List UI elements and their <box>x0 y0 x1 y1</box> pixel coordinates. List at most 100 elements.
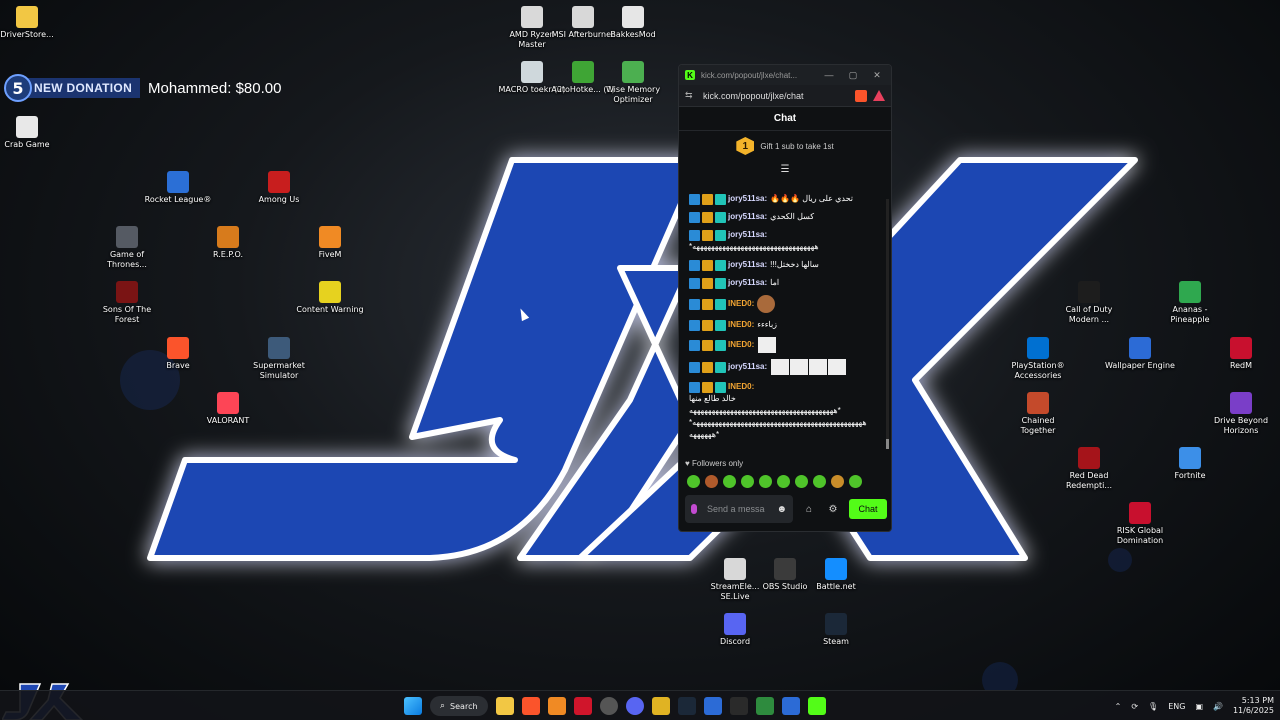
wallpaper-engine-taskbar-icon[interactable] <box>781 697 800 715</box>
emote-icon[interactable] <box>849 475 862 488</box>
chat-username[interactable]: INED0: <box>728 339 754 351</box>
mic-icon[interactable] <box>691 504 697 514</box>
tray-app-icon[interactable]: ⟳ <box>1131 702 1138 711</box>
emote-icon[interactable] <box>723 475 736 488</box>
language-indicator[interactable]: ENG <box>1168 702 1185 711</box>
volume-icon[interactable]: 🔊 <box>1213 702 1223 711</box>
chat-message[interactable]: INED0: خالد طالع منها *هههههههههههههههههه… <box>689 381 883 441</box>
desktop-icon[interactable]: Rocket League® <box>143 171 213 205</box>
chat-message[interactable]: INED0: زباءءء <box>689 319 883 331</box>
chat-message[interactable]: jory511sa: *ههههههههههههههههههههههههههههه… <box>689 229 883 253</box>
desktop-icon[interactable]: PlayStation® Accessories <box>1003 337 1073 381</box>
emote-icon[interactable] <box>831 475 844 488</box>
epic-games-icon[interactable] <box>729 697 748 715</box>
desktop-icon[interactable]: Brave <box>143 337 213 371</box>
mic-tray-icon[interactable]: 🎙 <box>1148 702 1158 711</box>
desktop-icon[interactable]: FiveM <box>295 226 365 260</box>
kick-taskbar-icon[interactable] <box>807 697 826 715</box>
chat-username[interactable]: INED0: <box>728 319 754 331</box>
scrollbar-thumb[interactable] <box>886 439 889 449</box>
chat-message[interactable]: INED0: <box>689 337 883 353</box>
desktop-icon[interactable]: Steam <box>801 613 871 647</box>
desktop-icon[interactable]: Crab Game <box>0 116 62 150</box>
maximize-icon[interactable]: ▢ <box>845 70 861 81</box>
window-titlebar[interactable]: K kick.com/popout/jlxe/chat... — ▢ ✕ <box>679 65 891 85</box>
minimize-icon[interactable]: — <box>821 70 837 80</box>
desktop-icon[interactable]: RISK Global Domination <box>1105 502 1175 546</box>
desktop-icon[interactable]: Wallpaper Engine <box>1105 337 1175 371</box>
taskbar-search[interactable]: ⌕ Search <box>430 696 488 716</box>
chevron-up-icon[interactable]: ⌃ <box>1115 702 1122 711</box>
pinned-menu-icon[interactable]: ☰ <box>679 161 891 177</box>
desktop-icon[interactable]: BakkesMod <box>598 6 668 40</box>
desktop-icon[interactable]: Wise Memory Optimizer <box>598 61 668 105</box>
desktop-icon[interactable]: Content Warning <box>295 281 365 315</box>
desktop-icon[interactable]: Game of Thrones... <box>92 226 162 270</box>
emote-icon[interactable] <box>705 475 718 488</box>
network-icon[interactable]: ▣ <box>1195 702 1203 711</box>
app-red-icon[interactable] <box>573 697 592 715</box>
message-input-box[interactable]: ☻ <box>685 495 793 523</box>
close-icon[interactable]: ✕ <box>869 70 885 81</box>
settings-gear-icon[interactable]: ⚙ <box>825 504 841 515</box>
emote-icon[interactable] <box>813 475 826 488</box>
discord-taskbar-icon[interactable] <box>625 697 644 715</box>
chat-message[interactable]: jory511sa: <box>689 359 883 375</box>
chat-scrollbar[interactable] <box>886 199 889 449</box>
chat-username[interactable]: INED0: <box>728 381 754 393</box>
chat-username[interactable]: jory511sa: <box>728 211 767 223</box>
message-input[interactable] <box>707 504 765 514</box>
emote-icon[interactable] <box>741 475 754 488</box>
chat-message[interactable]: jory511sa: كسل الكحدي <box>689 211 883 223</box>
kick-chat-window[interactable]: K kick.com/popout/jlxe/chat... — ▢ ✕ ⇆ k… <box>678 64 892 532</box>
emote-icon[interactable] <box>759 475 772 488</box>
clock[interactable]: 5:13 PM 11/6/2025 <box>1233 696 1274 716</box>
brave-taskbar-icon[interactable] <box>521 697 540 715</box>
emote-icon[interactable] <box>795 475 808 488</box>
desktop-icon[interactable]: Drive Beyond Horizons <box>1206 392 1276 436</box>
desktop-icon[interactable]: DriverStore... <box>0 6 62 40</box>
chat-username[interactable]: INED0: <box>728 298 754 310</box>
store-icon[interactable]: ⌂ <box>801 504 817 515</box>
gift-sub-banner[interactable]: 1 Gift 1 sub to take 1st <box>679 131 891 161</box>
chat-username[interactable]: jory511sa: <box>728 259 767 271</box>
chat-message[interactable]: jory511sa: اما <box>689 277 883 289</box>
chat-message[interactable]: jory511sa: !!!سالها دخختل <box>689 259 883 271</box>
app-gray-icon[interactable] <box>599 697 618 715</box>
chat-message[interactable]: INED0: <box>689 295 883 313</box>
site-settings-icon[interactable]: ⇆ <box>685 90 699 101</box>
desktop-icon[interactable]: RedM <box>1206 337 1276 371</box>
file-explorer-icon[interactable] <box>495 697 514 715</box>
desktop-icon[interactable]: Battle.net <box>801 558 871 592</box>
brave-shield-icon[interactable] <box>855 89 867 102</box>
desktop-icon[interactable]: VALORANT <box>193 392 263 426</box>
chat-username[interactable]: jory511sa: <box>728 361 767 373</box>
app-blue-icon[interactable] <box>703 697 722 715</box>
emote-bar[interactable] <box>687 475 862 488</box>
emote-icon[interactable] <box>777 475 790 488</box>
url-text[interactable]: kick.com/popout/jlxe/chat <box>703 91 849 101</box>
emote-icon[interactable] <box>687 475 700 488</box>
brave-rewards-icon[interactable] <box>873 90 885 101</box>
desktop-icon[interactable]: Fortnite <box>1155 447 1225 481</box>
emoji-icon[interactable]: ☻ <box>776 504 787 515</box>
chat-username[interactable]: jory511sa: <box>728 229 767 241</box>
app-yellow-icon[interactable] <box>651 697 670 715</box>
desktop-icon[interactable]: Sons Of The Forest <box>92 281 162 325</box>
windows-start-icon[interactable] <box>404 697 422 715</box>
chat-messages[interactable]: jory511sa: 🔥🔥🔥 تحدي على ريال jory511sa: كسل… <box>679 189 891 455</box>
chat-send-button[interactable]: Chat <box>849 499 887 519</box>
desktop-icon[interactable]: Red Dead Redempti... <box>1054 447 1124 491</box>
desktop-icon[interactable]: R.E.P.O. <box>193 226 263 260</box>
address-bar[interactable]: ⇆ kick.com/popout/jlxe/chat <box>679 85 891 107</box>
desktop-icon[interactable]: Among Us <box>244 171 314 205</box>
desktop-icon[interactable]: Ananas - Pineapple <box>1155 281 1225 325</box>
steam-taskbar-icon[interactable] <box>677 697 696 715</box>
desktop-icon[interactable]: Discord <box>700 613 770 647</box>
desktop-icon[interactable]: Supermarket Simulator <box>244 337 314 381</box>
chat-username[interactable]: jory511sa: <box>728 277 767 289</box>
desktop-icon[interactable]: Call of Duty Modern ... <box>1054 281 1124 325</box>
app-orange-icon[interactable] <box>547 697 566 715</box>
chat-username[interactable]: jory511sa: <box>728 193 767 205</box>
desktop-icon[interactable]: Chained Together <box>1003 392 1073 436</box>
